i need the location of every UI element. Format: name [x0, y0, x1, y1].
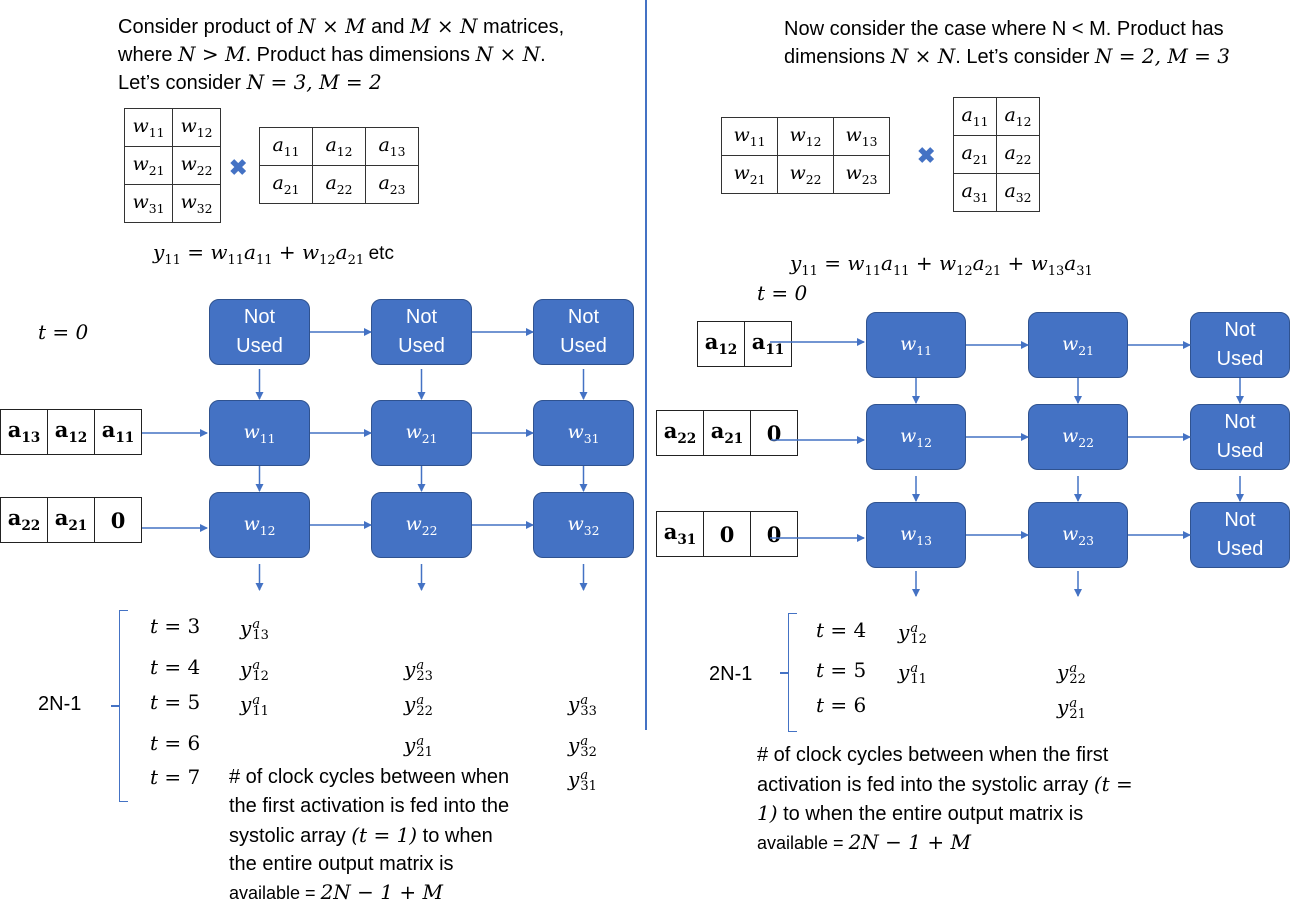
- time-step-label: t = 4: [150, 655, 201, 679]
- right-summary-line2: activation is fed into the systolic arra…: [757, 772, 1133, 796]
- output-value: ya 11: [898, 660, 927, 687]
- left-brace: [119, 610, 128, 802]
- time-step-label: t = 6: [150, 731, 201, 755]
- output-value: ya 32: [568, 733, 597, 760]
- left-summary-line3: systolic array (t = 1) to when: [229, 823, 493, 847]
- right-summary-line1: # of clock cycles between when the first: [757, 744, 1109, 766]
- output-value: ya 12: [240, 657, 269, 684]
- left-summary-line1: # of clock cycles between when: [229, 766, 510, 788]
- output-value: ya 23: [404, 657, 433, 684]
- output-value: ya 22: [1057, 660, 1086, 687]
- time-step-label: t = 4: [816, 618, 867, 642]
- output-value: ya 21: [404, 733, 433, 760]
- output-value: ya 13: [240, 616, 269, 643]
- left-brace-tick: [111, 705, 119, 707]
- time-step-label: t = 6: [816, 693, 867, 717]
- right-brace-tick: [780, 672, 788, 674]
- output-value: ya 11: [240, 692, 269, 719]
- left-brace-label: 2N-1: [38, 693, 82, 715]
- output-value: ya 21: [1057, 695, 1086, 722]
- right-brace: [788, 613, 797, 732]
- output-value: ya 31: [568, 767, 597, 794]
- left-summary-line5: available = 2N − 1 + M: [229, 880, 443, 904]
- time-step-label: t = 7: [150, 765, 201, 789]
- time-step-label: t = 5: [816, 658, 867, 682]
- time-step-label: t = 3: [150, 614, 201, 638]
- output-value: ya 12: [898, 620, 927, 647]
- time-step-label: t = 5: [150, 690, 201, 714]
- left-summary-line4: the entire output matrix is: [229, 853, 454, 875]
- right-brace-label: 2N-1: [709, 663, 753, 685]
- right-summary-line3: 1) to when the entire output matrix is: [757, 801, 1084, 825]
- left-summary-line2: the first activation is fed into the: [229, 795, 510, 817]
- right-summary-line4: available = 2N − 1 + M: [757, 830, 971, 854]
- output-value: ya 22: [404, 692, 433, 719]
- output-value: ya 33: [568, 692, 597, 719]
